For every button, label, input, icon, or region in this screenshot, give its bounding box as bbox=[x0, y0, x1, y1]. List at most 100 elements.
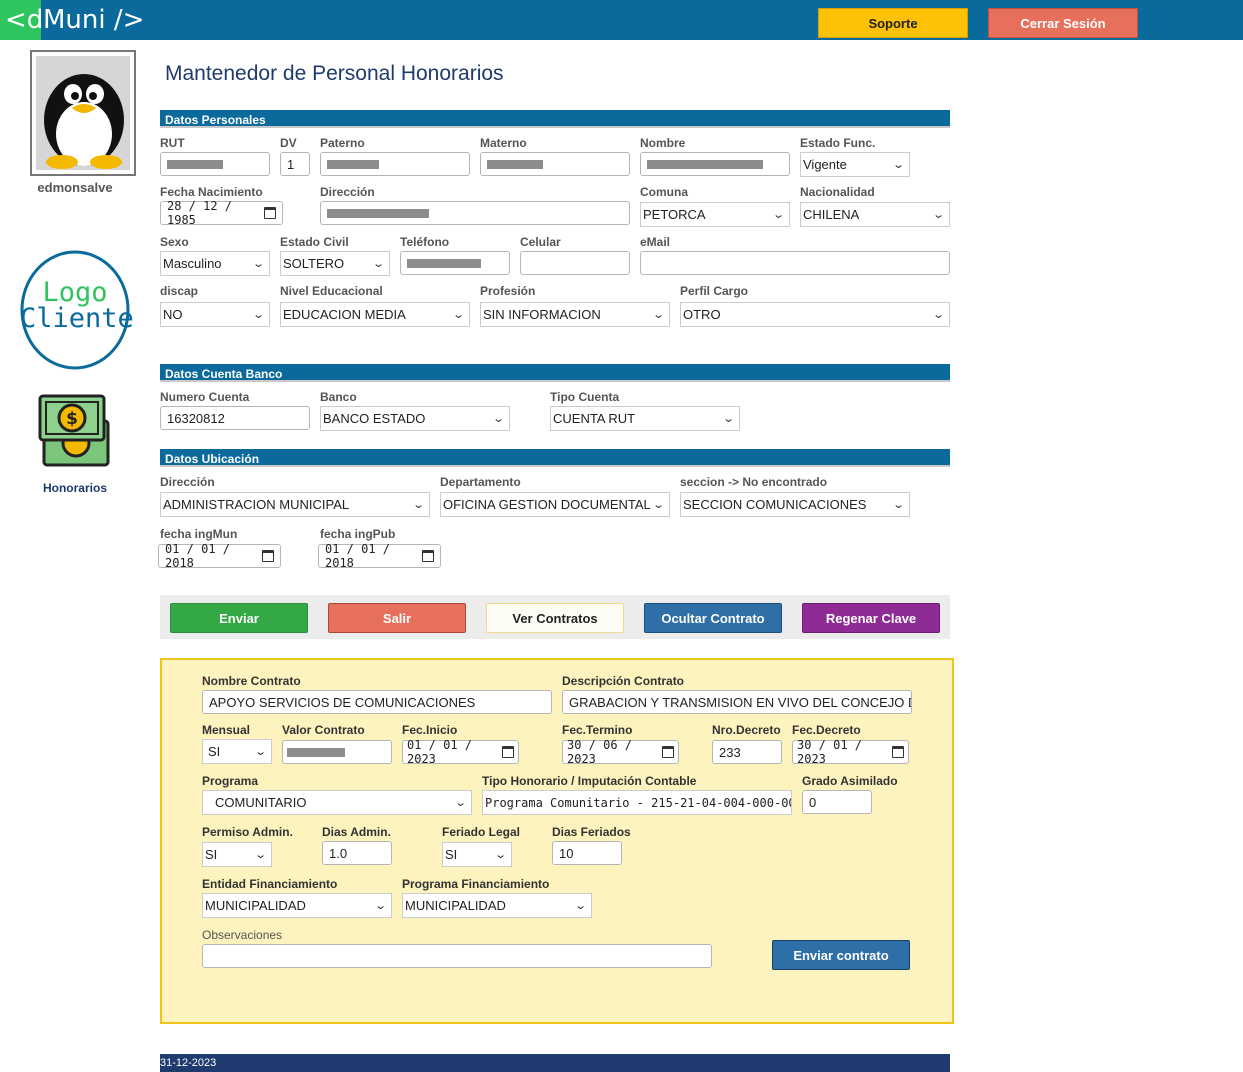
svg-text:$: $ bbox=[66, 409, 78, 429]
sexo-label: Sexo bbox=[160, 235, 189, 249]
telefono-input[interactable] bbox=[400, 251, 510, 275]
estado-civil-select[interactable]: SOLTERO ⌄ bbox=[280, 251, 390, 276]
nro-decreto-input[interactable]: 233 bbox=[712, 740, 782, 764]
nombre-contrato-label: Nombre Contrato bbox=[202, 674, 301, 688]
paterno-input[interactable] bbox=[320, 152, 470, 176]
chevron-down-icon: ⌄ bbox=[453, 797, 467, 809]
rut-label: RUT bbox=[160, 136, 185, 150]
direccion-label: Dirección bbox=[320, 185, 375, 199]
fecha-nacimiento-input[interactable]: 28 / 12 / 1985 bbox=[160, 199, 283, 227]
dv-label: DV bbox=[280, 136, 297, 150]
nacionalidad-label: Nacionalidad bbox=[800, 185, 875, 199]
discap-select[interactable]: NO ⌄ bbox=[160, 302, 270, 327]
chevron-down-icon: ⌄ bbox=[253, 746, 267, 758]
fec-termino-label: Fec.Termino bbox=[562, 723, 633, 737]
nro-decreto-label: Nro.Decreto bbox=[712, 723, 781, 737]
fecha-ingpub-input[interactable]: 01 / 01 / 2018 bbox=[318, 542, 441, 570]
calendar-icon[interactable] bbox=[421, 550, 434, 562]
materno-input[interactable] bbox=[480, 152, 630, 176]
telefono-label: Teléfono bbox=[400, 235, 450, 249]
salir-button[interactable]: Salir bbox=[328, 603, 466, 633]
materno-label: Materno bbox=[480, 136, 527, 150]
money-icon[interactable]: $ bbox=[38, 393, 112, 471]
email-input[interactable] bbox=[640, 251, 950, 275]
fecha-ingmun-input[interactable]: 01 / 01 / 2018 bbox=[158, 542, 281, 570]
nombre-label: Nombre bbox=[640, 136, 686, 150]
fec-inicio-label: Fec.Inicio bbox=[402, 723, 458, 737]
permiso-admin-select[interactable]: SI ⌄ bbox=[202, 842, 272, 867]
section-datos-ubicacion: Datos Ubicación bbox=[160, 449, 950, 467]
dias-feriados-input[interactable]: 10 bbox=[552, 841, 622, 865]
departamento-select[interactable]: OFICINA GESTION DOCUMENTAL ⌄ bbox=[440, 492, 670, 517]
nivel-educacional-select[interactable]: EDUCACION MEDIA ⌄ bbox=[280, 302, 470, 327]
direccion-input[interactable] bbox=[320, 201, 630, 225]
dias-feriados-label: Dias Feriados bbox=[552, 825, 631, 839]
honorarios-link[interactable]: Honorarios bbox=[20, 481, 130, 495]
grado-asimilado-input[interactable]: 0 bbox=[802, 790, 872, 814]
programa-select[interactable]: COMUNITARIO ⌄ bbox=[202, 790, 472, 815]
profesion-select[interactable]: SIN INFORMACION ⌄ bbox=[480, 302, 670, 327]
feriado-legal-select[interactable]: SI ⌄ bbox=[442, 842, 512, 867]
nombre-contrato-input[interactable]: APOYO SERVICIOS DE COMUNICACIONES bbox=[202, 690, 552, 714]
tipo-cuenta-select[interactable]: CUENTA RUT ⌄ bbox=[550, 406, 740, 431]
estado-func-select[interactable]: Vigente ⌄ bbox=[800, 152, 910, 177]
fec-termino-input[interactable]: 30 / 06 / 2023 bbox=[562, 738, 679, 766]
enviar-button[interactable]: Enviar bbox=[170, 603, 308, 633]
programa-financiamiento-select[interactable]: MUNICIPALIDAD ⌄ bbox=[402, 893, 592, 918]
chevron-down-icon: ⌄ bbox=[573, 900, 587, 912]
valor-contrato-input[interactable] bbox=[282, 740, 392, 764]
numero-cuenta-input[interactable]: 16320812 bbox=[160, 406, 310, 430]
fec-decreto-input[interactable]: 30 / 01 / 2023 bbox=[792, 738, 909, 766]
chevron-down-icon: ⌄ bbox=[721, 413, 735, 425]
section-datos-cuenta-banco: Datos Cuenta Banco bbox=[160, 364, 950, 382]
seccion-select[interactable]: SECCION COMUNICACIONES ⌄ bbox=[680, 492, 910, 517]
tipo-honorario-select[interactable]: Programa Comunitario - 215-21-04-004-000… bbox=[482, 790, 792, 815]
ubicacion-direccion-label: Dirección bbox=[160, 475, 215, 489]
calendar-icon[interactable] bbox=[501, 746, 514, 758]
discap-label: discap bbox=[160, 284, 199, 298]
mensual-select[interactable]: SI ⌄ bbox=[202, 739, 272, 764]
observaciones-label: Observaciones bbox=[202, 928, 283, 942]
ocultar-contrato-button[interactable]: Ocultar Contrato bbox=[644, 603, 782, 633]
dv-input[interactable]: 1 bbox=[280, 152, 310, 176]
nacionalidad-select[interactable]: CHILENA ⌄ bbox=[800, 202, 950, 227]
entidad-financiamiento-select[interactable]: MUNICIPALIDAD ⌄ bbox=[202, 893, 392, 918]
chevron-down-icon: ⌄ bbox=[411, 499, 425, 511]
sexo-select[interactable]: Masculino ⌄ bbox=[160, 251, 270, 276]
perfil-cargo-select[interactable]: OTRO ⌄ bbox=[680, 302, 950, 327]
estado-func-label: Estado Func. bbox=[800, 136, 876, 150]
rut-input[interactable] bbox=[160, 152, 270, 176]
app-logo[interactable]: <d Muni /> bbox=[0, 0, 144, 40]
feriado-legal-label: Feriado Legal bbox=[442, 825, 521, 839]
observaciones-input[interactable] bbox=[202, 944, 712, 968]
calendar-icon[interactable] bbox=[263, 207, 276, 219]
calendar-icon[interactable] bbox=[891, 746, 904, 758]
ubicacion-direccion-select[interactable]: ADMINISTRACION MUNICIPAL ⌄ bbox=[160, 492, 430, 517]
comuna-label: Comuna bbox=[640, 185, 688, 199]
avatar[interactable] bbox=[30, 50, 136, 176]
tipo-cuenta-label: Tipo Cuenta bbox=[550, 390, 620, 404]
comuna-select[interactable]: PETORCA ⌄ bbox=[640, 202, 790, 227]
logo-cliente: Logo Cliente bbox=[20, 250, 134, 370]
fecha-nacimiento-label: Fecha Nacimiento bbox=[160, 185, 263, 199]
programa-financiamiento-label: Programa Financiamiento bbox=[402, 877, 550, 891]
chevron-down-icon: ⌄ bbox=[771, 209, 785, 221]
fecha-ingmun-label: fecha ingMun bbox=[160, 527, 238, 541]
logo-text: Muni /> bbox=[43, 5, 145, 35]
descripcion-contrato-input[interactable]: GRABACION Y TRANSMISION EN VIVO DEL CONC… bbox=[562, 690, 912, 714]
calendar-icon[interactable] bbox=[661, 746, 674, 758]
celular-input[interactable] bbox=[520, 251, 630, 275]
chevron-down-icon: ⌄ bbox=[373, 900, 387, 912]
dias-admin-input[interactable]: 1.0 bbox=[322, 841, 392, 865]
nombre-input[interactable] bbox=[640, 152, 790, 176]
regenerar-clave-button[interactable]: Regenar Clave bbox=[802, 603, 940, 633]
banco-select[interactable]: BANCO ESTADO ⌄ bbox=[320, 406, 510, 431]
cerrar-sesion-button[interactable]: Cerrar Sesión bbox=[988, 8, 1138, 38]
perfil-cargo-label: Perfil Cargo bbox=[680, 284, 749, 298]
enviar-contrato-button[interactable]: Enviar contrato bbox=[772, 940, 910, 970]
ver-contratos-button[interactable]: Ver Contratos bbox=[486, 603, 624, 633]
fec-inicio-input[interactable]: 01 / 01 / 2023 bbox=[402, 738, 519, 766]
soporte-button[interactable]: Soporte bbox=[818, 8, 968, 38]
calendar-icon[interactable] bbox=[261, 550, 274, 562]
tipo-honorario-label: Tipo Honorario / Imputación Contable bbox=[482, 774, 697, 788]
